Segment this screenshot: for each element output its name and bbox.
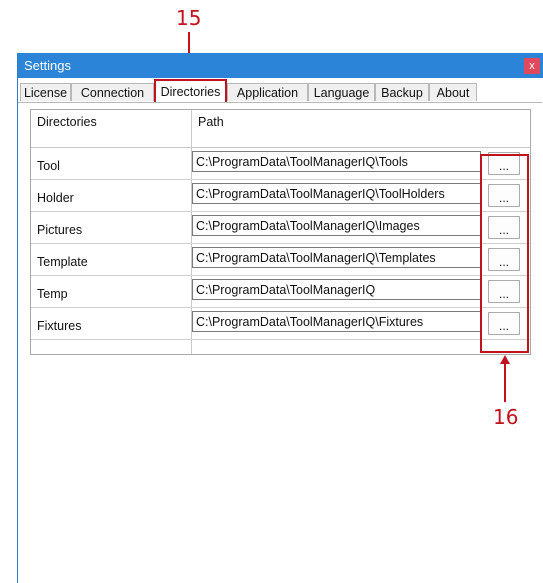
close-icon: x — [529, 60, 535, 72]
column-header-path: Path — [198, 115, 224, 129]
tab-application[interactable]: Application — [227, 83, 308, 101]
directory-row-holder: Holder ... — [31, 180, 530, 212]
tab-connection[interactable]: Connection — [71, 83, 154, 101]
directories-grid: Directories Path Tool ... Holder ... Pic… — [30, 109, 531, 355]
fixtures-path-input[interactable] — [192, 311, 481, 332]
row-label: Pictures — [37, 223, 83, 237]
temp-path-input[interactable] — [192, 279, 481, 300]
row-label: Template — [37, 255, 88, 269]
row-label: Holder — [37, 191, 74, 205]
directories-panel: Directories Path Tool ... Holder ... Pic… — [18, 102, 542, 583]
row-separator — [31, 339, 530, 340]
settings-window: Settings x License Connection Directorie… — [17, 53, 543, 583]
holder-path-input[interactable] — [192, 183, 481, 204]
title-bar: Settings x — [18, 53, 543, 78]
tab-directories[interactable]: Directories — [154, 79, 227, 102]
directory-row-pictures: Pictures ... — [31, 212, 530, 244]
close-button[interactable]: x — [524, 58, 540, 74]
row-label: Temp — [37, 287, 68, 301]
row-label: Tool — [37, 159, 60, 173]
callout-16-line — [504, 362, 506, 402]
callout-15-number: 15 — [176, 6, 202, 30]
tab-language[interactable]: Language — [308, 83, 375, 101]
column-header-directories: Directories — [37, 115, 97, 129]
directory-row-template: Template ... — [31, 244, 530, 276]
pictures-path-input[interactable] — [192, 215, 481, 236]
template-path-input[interactable] — [192, 247, 481, 268]
directory-row-fixtures: Fixtures ... — [31, 308, 530, 340]
tab-license[interactable]: License — [20, 83, 71, 101]
directory-row-tool: Tool ... — [31, 148, 530, 180]
window-title: Settings — [24, 58, 71, 73]
tab-strip: License Connection Directories Applicati… — [18, 78, 543, 102]
tab-backup[interactable]: Backup — [375, 83, 429, 101]
directory-row-temp: Temp ... — [31, 276, 530, 308]
tool-path-input[interactable] — [192, 151, 481, 172]
row-label: Fixtures — [37, 319, 82, 333]
callout-16-number: 16 — [493, 405, 519, 429]
browse-buttons-highlight — [480, 154, 529, 353]
tab-about[interactable]: About — [429, 83, 477, 101]
